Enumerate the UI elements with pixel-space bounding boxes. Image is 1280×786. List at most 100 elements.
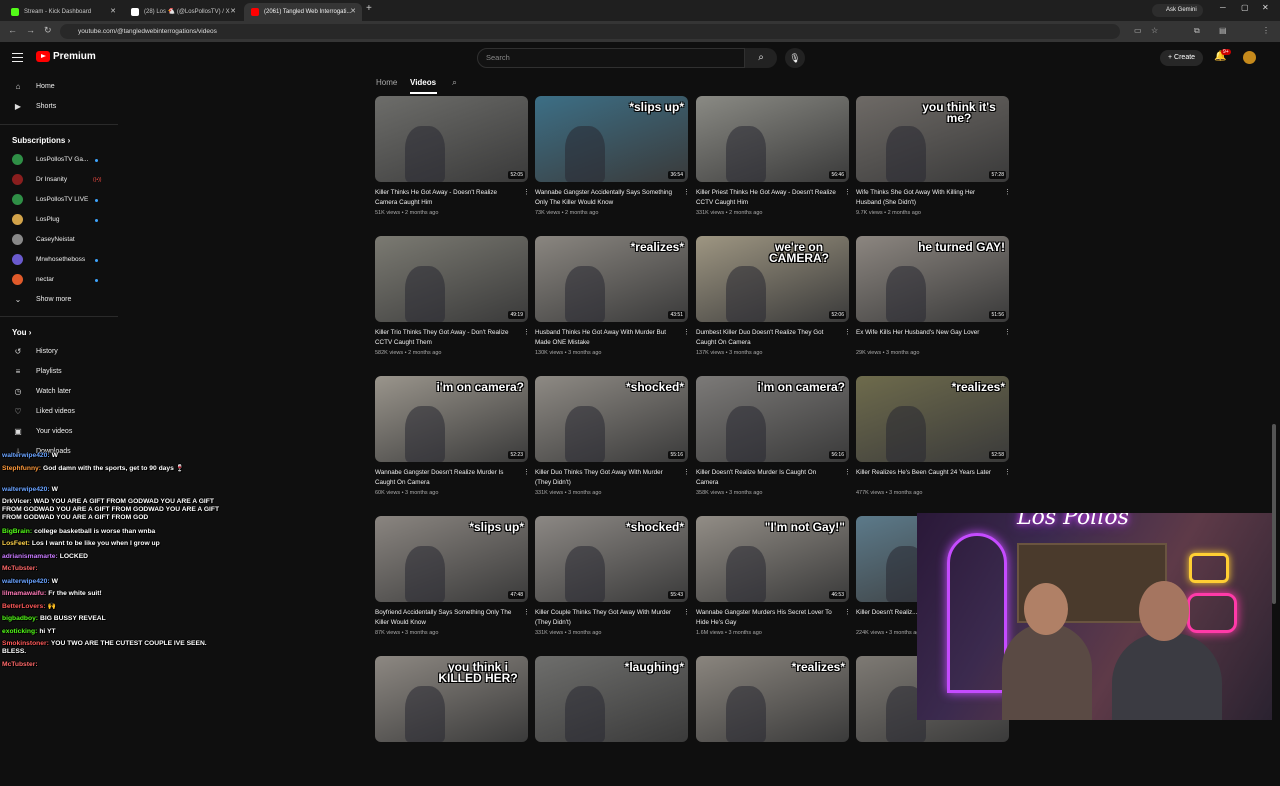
video-title[interactable]: Killer Duo Thinks They Got Away With Mur… bbox=[535, 468, 675, 487]
video-thumbnail[interactable]: *realizes* 43:51 bbox=[535, 236, 688, 322]
video-title[interactable]: Ex Wife Kills Her Husband's New Gay Love… bbox=[856, 328, 996, 338]
minimize-icon[interactable]: ─ bbox=[1220, 3, 1226, 12]
new-tab-button[interactable]: + bbox=[366, 3, 372, 14]
video-card[interactable]: i'm on camera? 52:23 Wannabe Gangster Does… bbox=[375, 376, 530, 506]
channel-search-icon[interactable]: ⌕ bbox=[452, 77, 457, 88]
video-thumbnail[interactable]: i'm on camera? 56:16 bbox=[696, 376, 849, 462]
video-menu-icon[interactable]: ⋮ bbox=[523, 188, 530, 196]
subscription-lospollostv-gaming[interactable]: LosPollosTV Ga... bbox=[0, 151, 118, 169]
video-thumbnail[interactable]: 52:05 bbox=[375, 96, 528, 182]
video-title[interactable]: Wife Thinks She Got Away With Killing He… bbox=[856, 188, 996, 207]
video-title[interactable]: Wannabe Gangster Doesn't Realize Murder … bbox=[375, 468, 515, 487]
close-tab-icon[interactable]: ✕ bbox=[230, 3, 236, 21]
subscription-nectar[interactable]: nectar bbox=[0, 271, 118, 289]
sidebar-item-history[interactable]: ↺ History bbox=[0, 343, 118, 361]
video-card[interactable]: he turned GAY! 51:56 Ex Wife Kills Her Hus… bbox=[856, 236, 1011, 366]
subscription-losplug[interactable]: LosPlug bbox=[0, 211, 118, 229]
sidebar-item-watch-later[interactable]: ◷ Watch later bbox=[0, 383, 118, 401]
video-thumbnail[interactable]: *realizes* 52:58 bbox=[856, 376, 1009, 462]
video-thumbnail[interactable]: *laughing* bbox=[535, 656, 688, 742]
video-menu-icon[interactable]: ⋮ bbox=[844, 188, 851, 196]
sidebar-item-playlists[interactable]: ≡ Playlists bbox=[0, 363, 118, 381]
subscriptions-heading[interactable]: Subscriptions › bbox=[12, 136, 70, 145]
extensions-icon[interactable]: ⧉ bbox=[1194, 26, 1200, 36]
video-card[interactable]: i'm on camera? 56:16 Killer Doesn't Realiz… bbox=[696, 376, 851, 506]
video-card[interactable]: *laughing* bbox=[535, 656, 688, 786]
video-thumbnail[interactable]: "I'm not Gay!" 46:53 bbox=[696, 516, 849, 602]
close-window-icon[interactable]: ✕ bbox=[1262, 3, 1269, 12]
create-button[interactable]: + Create bbox=[1160, 50, 1204, 66]
close-tab-icon[interactable]: ✕ bbox=[110, 3, 116, 21]
sidebar-item-liked-videos[interactable]: ♡ Liked videos bbox=[0, 403, 118, 421]
video-menu-icon[interactable]: ⋮ bbox=[1004, 188, 1011, 196]
video-menu-icon[interactable]: ⋮ bbox=[683, 328, 690, 336]
subscription-caseyneistat[interactable]: CaseyNeistat bbox=[0, 231, 118, 249]
maximize-icon[interactable]: ▢ bbox=[1241, 3, 1249, 12]
video-menu-icon[interactable]: ⋮ bbox=[1004, 468, 1011, 476]
video-card[interactable]: you think it's me? 57:28 Wife Thinks She G… bbox=[856, 96, 1011, 226]
video-title[interactable]: Killer Thinks He Got Away - Doesn't Real… bbox=[375, 188, 515, 207]
video-title[interactable]: Wannabe Gangster Murders His Secret Love… bbox=[696, 608, 836, 627]
video-card[interactable]: "I'm not Gay!" 46:53 Wannabe Gangster Murd… bbox=[696, 516, 851, 646]
video-thumbnail[interactable]: he turned GAY! 51:56 bbox=[856, 236, 1009, 322]
subscription-mrwhosetheboss[interactable]: Mrwhosetheboss bbox=[0, 251, 118, 269]
youtube-logo-icon[interactable] bbox=[36, 51, 50, 62]
video-card[interactable]: you think i KILLED HER? bbox=[375, 656, 528, 786]
bookmark-star-icon[interactable]: ☆ bbox=[1151, 26, 1158, 35]
hamburger-menu-icon[interactable] bbox=[12, 53, 23, 62]
video-title[interactable]: Dumbest Killer Duo Doesn't Realize They … bbox=[696, 328, 836, 347]
search-input[interactable]: Search bbox=[477, 48, 745, 68]
video-thumbnail[interactable]: 56:46 bbox=[696, 96, 849, 182]
forward-arrow-icon[interactable]: → bbox=[26, 25, 35, 35]
account-avatar[interactable] bbox=[1243, 51, 1256, 64]
url-field[interactable]: youtube.com/@tangledwebinterrogations/vi… bbox=[60, 24, 1120, 39]
sidebar-item-shorts[interactable]: ▶ Shorts bbox=[0, 98, 118, 116]
browser-tab-youtube[interactable]: (2061) Tangled Web Interrogati... ✕ bbox=[244, 3, 362, 21]
browser-tab-kick[interactable]: Stream - Kick Dashboard ✕ bbox=[4, 3, 122, 21]
video-menu-icon[interactable]: ⋮ bbox=[523, 608, 530, 616]
video-menu-icon[interactable]: ⋮ bbox=[844, 608, 851, 616]
video-thumbnail[interactable]: *shocked* 55:16 bbox=[535, 376, 688, 462]
close-tab-icon[interactable]: ✕ bbox=[350, 3, 356, 21]
tab-home[interactable]: Home bbox=[376, 78, 397, 87]
video-thumbnail[interactable]: you think i KILLED HER? bbox=[375, 656, 528, 742]
video-card[interactable]: *realizes* 43:51 Husband Thinks He Got Awa… bbox=[535, 236, 690, 366]
video-menu-icon[interactable]: ⋮ bbox=[523, 328, 530, 336]
video-menu-icon[interactable]: ⋮ bbox=[683, 468, 690, 476]
sidebar-item-home[interactable]: ⌂ Home bbox=[0, 78, 118, 96]
back-arrow-icon[interactable]: ← bbox=[8, 25, 17, 35]
video-card[interactable]: *slips up* 47:48 Boyfriend Accidentally Sa… bbox=[375, 516, 530, 646]
ask-gemini-button[interactable]: Ask Gemini bbox=[1152, 4, 1203, 17]
video-card[interactable]: *shocked* 55:43 Killer Couple Thinks They … bbox=[535, 516, 690, 646]
video-title[interactable]: Killer Realizes He's Been Caught 24 Year… bbox=[856, 468, 996, 478]
video-thumbnail[interactable]: you think it's me? 57:28 bbox=[856, 96, 1009, 182]
sidebar-item-your-videos[interactable]: ▣ Your videos bbox=[0, 423, 118, 441]
video-menu-icon[interactable]: ⋮ bbox=[683, 188, 690, 196]
video-card[interactable]: we're on CAMERA? 52:06 Dumbest Killer Duo … bbox=[696, 236, 851, 366]
voice-search-button[interactable]: 🎙 bbox=[785, 48, 805, 68]
video-menu-icon[interactable]: ⋮ bbox=[683, 608, 690, 616]
video-thumbnail[interactable]: *slips up* 47:48 bbox=[375, 516, 528, 602]
subscription-dr-insanity[interactable]: Dr Insanity ((•)) bbox=[0, 171, 118, 189]
video-thumbnail[interactable]: *slips up* 36:54 bbox=[535, 96, 688, 182]
video-title[interactable]: Killer Couple Thinks They Got Away With … bbox=[535, 608, 675, 627]
video-card[interactable]: 56:46 Killer Priest Thinks He Got Away - … bbox=[696, 96, 851, 226]
reload-icon[interactable]: ↻ bbox=[44, 25, 52, 36]
video-card[interactable]: *shocked* 55:16 Killer Duo Thinks They Got… bbox=[535, 376, 690, 506]
youtube-logo-text[interactable]: Premium bbox=[53, 51, 96, 62]
video-title[interactable]: Husband Thinks He Got Away With Murder B… bbox=[535, 328, 675, 347]
menu-kebab-icon[interactable]: ⋮ bbox=[1262, 26, 1270, 35]
video-thumbnail[interactable]: 49:19 bbox=[375, 236, 528, 322]
video-card[interactable]: *realizes* bbox=[696, 656, 849, 786]
video-title[interactable]: Killer Priest Thinks He Got Away - Doesn… bbox=[696, 188, 836, 207]
video-thumbnail[interactable]: *shocked* 55:43 bbox=[535, 516, 688, 602]
video-title[interactable]: Wannabe Gangster Accidentally Says Somet… bbox=[535, 188, 675, 207]
video-title[interactable]: Killer Doesn't Realize Murder Is Caught … bbox=[696, 468, 836, 487]
video-menu-icon[interactable]: ⋮ bbox=[844, 468, 851, 476]
you-heading[interactable]: You › bbox=[12, 328, 31, 337]
video-menu-icon[interactable]: ⋮ bbox=[523, 468, 530, 476]
cast-icon[interactable]: ▭ bbox=[1134, 26, 1142, 35]
sidepanel-icon[interactable]: ▤ bbox=[1219, 26, 1227, 35]
show-more-button[interactable]: ⌄ Show more bbox=[0, 291, 118, 309]
video-thumbnail[interactable]: we're on CAMERA? 52:06 bbox=[696, 236, 849, 322]
